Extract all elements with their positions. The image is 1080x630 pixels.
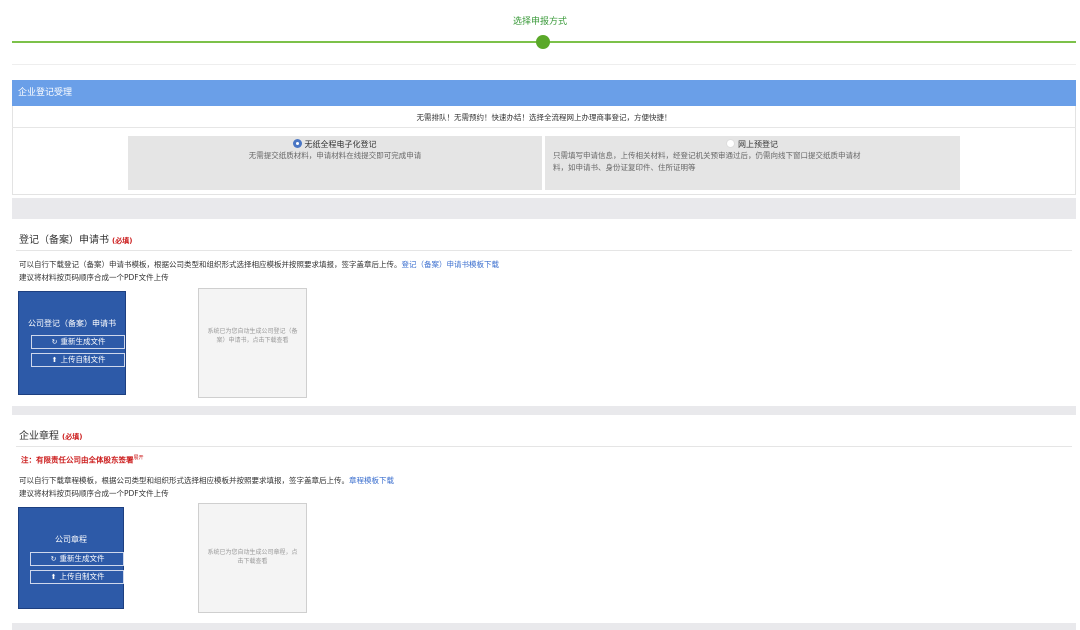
template-download-link[interactable]: 登记（备案）申请书模板下载	[402, 260, 500, 269]
option-description-line1: 只需填写申请信息，上传相关材料，经登记机关预审通过后，仍需向线下窗口提交纸质申请…	[553, 151, 861, 160]
divider	[12, 64, 1076, 65]
required-badge: (必填)	[62, 433, 83, 441]
progress-current-step-dot	[536, 35, 550, 49]
expand-note-link[interactable]: 展开	[134, 455, 144, 461]
card-title: 公司登记（备案）申请书	[28, 319, 116, 328]
option-title: 无纸全程电子化登记	[304, 140, 377, 149]
section-description: 可以自行下载登记（备案）申请书模板，根据公司类型和组织形式选择相应模板并按照要求…	[19, 260, 500, 269]
document-preview[interactable]: 系统已为您自动生成公司登记（备案）申请书，点击下载查看	[198, 288, 307, 398]
divider	[16, 446, 1072, 447]
upload-icon: ⬆	[50, 573, 57, 581]
document-preview[interactable]: 系统已为您自动生成公司章程，点击下载查看	[198, 503, 307, 613]
upload-own-file-button[interactable]: ⬆ 上传自制文件	[31, 353, 125, 367]
refresh-icon: ↻	[50, 555, 57, 563]
option-paperless-registration[interactable]: 无纸全程电子化登记 无需提交纸质材料，申请材料在线提交即可完成申请	[128, 136, 542, 190]
upload-own-file-button[interactable]: ⬆ 上传自制文件	[30, 570, 124, 584]
radio-checked-icon[interactable]	[293, 140, 301, 147]
upload-hint: 建议将材料按页码顺序合成一个PDF文件上传	[19, 489, 169, 498]
section-articles-of-association: 企业章程 (必填) 注：有限责任公司由全体股东签署展开 可以自行下载章程模板，根据…	[12, 415, 1076, 623]
section-title: 企业章程 (必填)	[19, 431, 83, 442]
option-online-pre-registration[interactable]: 网上预登记 只需填写申请信息，上传相关材料，经登记机关预审通过后，仍需向线下窗口…	[545, 136, 960, 190]
acceptance-notice: 无需排队！无需预约！快速办结！选择全流程网上办理商事登记，方便快捷！	[12, 108, 1076, 128]
upload-hint: 建议将材料按页码顺序合成一个PDF文件上传	[19, 273, 169, 282]
generated-doc-card: 公司章程 ↻ 重新生成文件 ⬆ 上传自制文件	[18, 507, 124, 609]
generated-doc-card: 公司登记（备案）申请书 ↻ 重新生成文件 ⬆ 上传自制文件	[18, 291, 126, 395]
option-description-line2: 料，如申请书、身份证复印件、住所证明等	[553, 163, 696, 172]
refresh-icon: ↻	[51, 338, 58, 346]
section-description: 可以自行下载章程模板，根据公司类型和组织形式选择相应模板并按照要求填报，签字盖章…	[19, 476, 394, 485]
progress-step-title: 选择申报方式	[512, 17, 567, 27]
preview-text: 系统已为您自动生成公司章程，点击下载查看	[207, 549, 298, 565]
preview-text: 系统已为您自动生成公司登记（备案）申请书，点击下载查看	[207, 328, 298, 344]
divider	[16, 250, 1072, 251]
template-download-link[interactable]: 章程模板下载	[349, 476, 394, 485]
option-title: 网上预登记	[738, 140, 778, 149]
signing-note: 注：有限责任公司由全体股东签署展开	[21, 455, 144, 465]
section-title: 登记（备案）申请书 (必填)	[19, 235, 133, 246]
option-description: 无需提交纸质材料，申请材料在线提交即可完成申请	[248, 151, 422, 160]
required-badge: (必填)	[112, 237, 133, 245]
radio-unchecked-icon[interactable]	[727, 140, 734, 147]
upload-icon: ⬆	[51, 356, 58, 364]
regenerate-file-button[interactable]: ↻ 重新生成文件	[30, 552, 124, 566]
regenerate-file-button[interactable]: ↻ 重新生成文件	[31, 335, 125, 349]
acceptance-header: 企业登记受理	[12, 80, 1076, 106]
card-title: 公司章程	[55, 535, 87, 544]
section-application-form: 登记（备案）申请书 (必填) 可以自行下载登记（备案）申请书模板，根据公司类型和组…	[12, 219, 1076, 406]
